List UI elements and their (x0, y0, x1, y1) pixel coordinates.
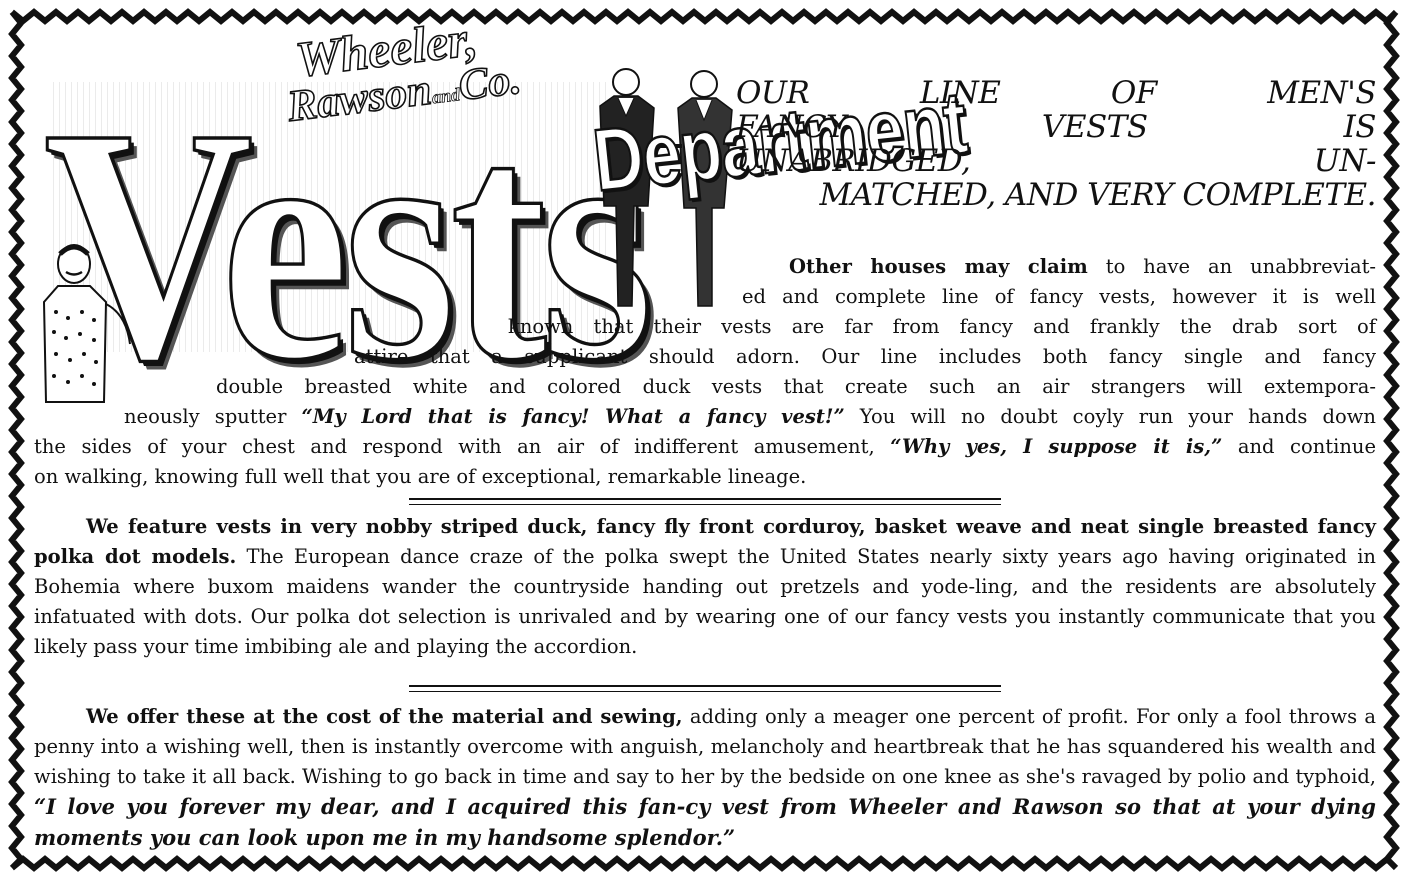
divider-2 (409, 685, 1001, 692)
divider-1 (409, 498, 1001, 505)
p1-line-3: known that their vests are far from fanc… (508, 315, 1376, 338)
p2-body: The European dance craze of the polka sw… (34, 545, 1376, 658)
paragraph-1: Other houses may claim to have an unabbr… (34, 252, 1376, 492)
headline-line-1: Our line of men's (736, 75, 1377, 111)
suppose-it-is-quote: “Why yes, I suppose it is,” (890, 435, 1223, 458)
advertisement-page: Vests Wheeler, RawsonandCo. Department O… (34, 9, 1377, 858)
p1-line-1: Other houses may claim to have an unabbr… (789, 255, 1376, 278)
paragraph-3: We offer these at the cost of the materi… (34, 702, 1376, 854)
p3-lead: We offer these at the cost of the materi… (86, 705, 683, 728)
p1-line-4: attire that a supplicant should adorn. O… (354, 345, 1376, 368)
fancy-vest-quote: “My Lord that is fancy! What a fancy ves… (301, 405, 845, 428)
headline-line-4: matched, and very complete. (819, 177, 1376, 213)
p1-line-7: the sides of your chest and respond with… (34, 435, 1377, 458)
company-and: and (430, 83, 462, 107)
headline: Our line of men's fancy vests is unabrid… (736, 75, 1377, 213)
p1-line-6: neously sputter “My Lord that is fancy! … (124, 405, 1376, 428)
p1-line-8: on walking, knowing full well that you a… (34, 465, 807, 488)
headline-line-3: unabridged, un- (736, 143, 1377, 179)
p1-line-2: ed and complete line of fancy vests, how… (742, 285, 1376, 308)
p1-line-5: double breasted white and colored duck v… (216, 375, 1376, 398)
headline-line-2: fancy vests is (736, 109, 1377, 145)
paragraph-2: We feature vests in very nobby striped d… (34, 512, 1376, 662)
p3-quote: “I love you forever my dear, and I acqui… (34, 794, 1376, 850)
